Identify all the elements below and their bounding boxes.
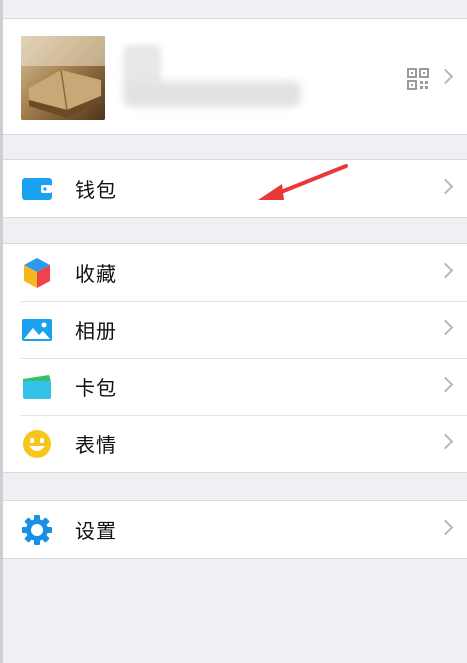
qr-code-icon[interactable]: [407, 68, 429, 90]
menu-item-label: 表情: [75, 433, 117, 457]
wallet-icon: [20, 173, 54, 205]
chevron-right-icon: [437, 433, 454, 450]
menu-item-label: 钱包: [75, 178, 117, 202]
emoji-smile-icon: [20, 428, 54, 460]
menu-item-settings[interactable]: 设置: [3, 501, 467, 558]
menu-item-emoji[interactable]: 表情: [3, 415, 467, 472]
avatar[interactable]: [21, 36, 105, 120]
menu-item-label: 卡包: [75, 376, 117, 400]
menu-item-label: 设置: [75, 519, 117, 543]
favorites-cube-icon: [20, 257, 54, 289]
menu-item-label: 收藏: [75, 262, 117, 286]
album-picture-icon: [20, 314, 54, 346]
card-wallet-icon: [20, 371, 54, 403]
red-arrow-annotation: [258, 164, 348, 200]
chevron-right-icon: [437, 262, 454, 279]
settings-gear-icon: [20, 514, 54, 546]
chevron-right-icon: [437, 178, 454, 195]
profile-card[interactable]: [3, 18, 467, 135]
chevron-right-icon: [437, 68, 454, 85]
menu-item-card-wallet[interactable]: 卡包: [3, 358, 467, 415]
chevron-right-icon: [437, 376, 454, 393]
wallet-group: 钱包: [3, 159, 467, 218]
menu-item-favorites[interactable]: 收藏: [3, 244, 467, 301]
chevron-right-icon: [437, 519, 454, 536]
settings-group: 设置: [3, 500, 467, 559]
menu-item-label: 相册: [75, 319, 117, 343]
avatar-image: [21, 36, 105, 120]
collections-group: 收藏 相册 卡包 表情: [3, 243, 467, 473]
chevron-right-icon: [437, 319, 454, 336]
menu-item-wallet[interactable]: 钱包: [3, 160, 467, 217]
menu-item-album[interactable]: 相册: [3, 301, 467, 358]
account-id-redacted: [123, 81, 301, 107]
